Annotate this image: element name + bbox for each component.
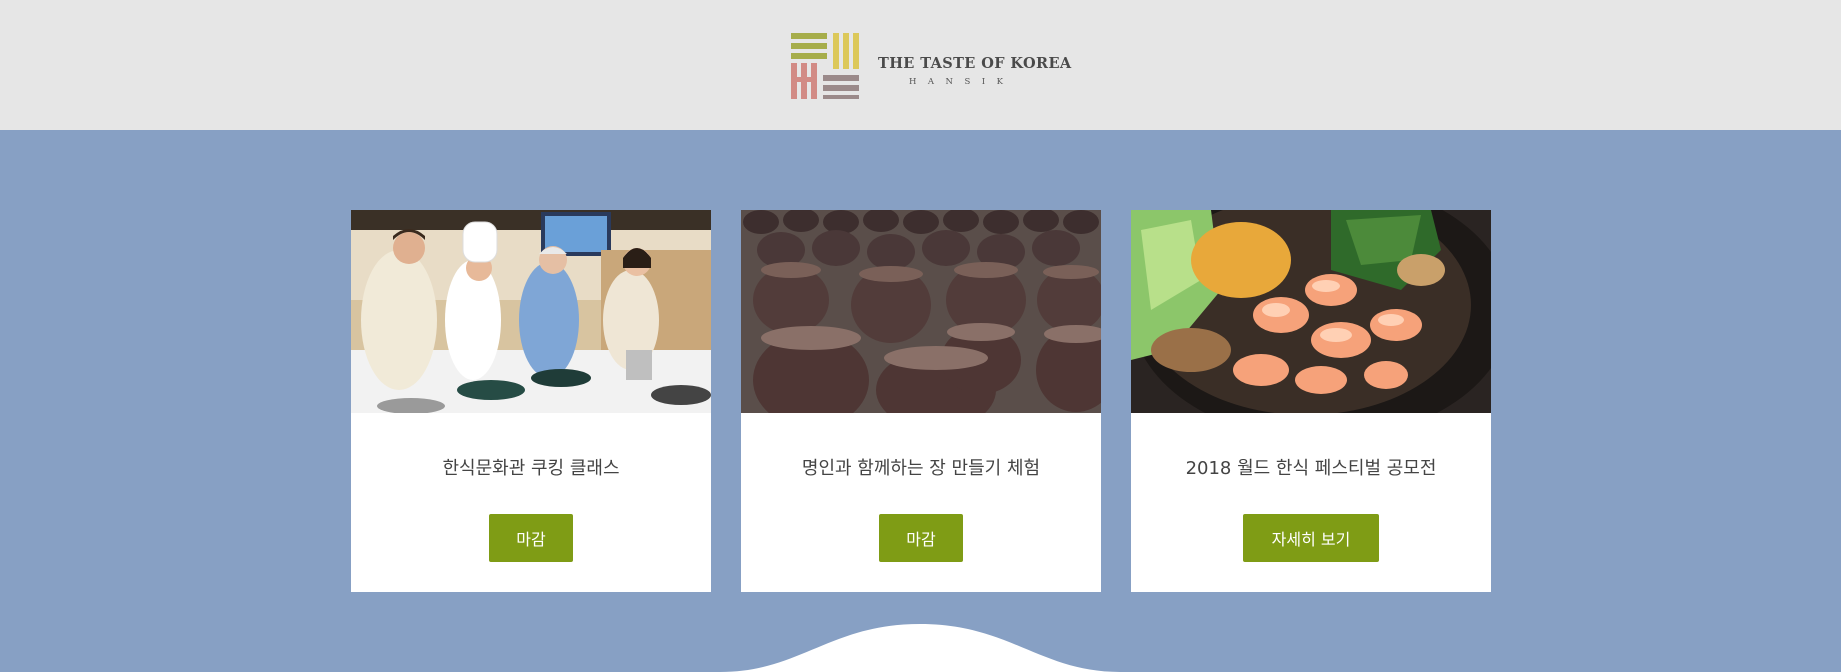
logo-title: THE TASTE OF KOREA [878, 55, 1072, 72]
cooking-class-photo[interactable] [351, 210, 711, 413]
card-title: 2018 월드 한식 페스티벌 공모전 [1185, 458, 1437, 479]
view-details-button[interactable]: 자세히 보기 [1243, 514, 1379, 562]
wave-divider [720, 624, 1120, 672]
site-header: THE TASTE OF KOREA HANSIK [0, 0, 1841, 130]
card-title: 한식문화관 쿠킹 클래스 [442, 458, 620, 479]
closed-button[interactable]: 마감 [489, 514, 573, 562]
program-card-jang-making: 명인과 함께하는 장 만들기 체험 마감 [741, 210, 1101, 592]
hansik-logo-icon [791, 33, 859, 99]
program-section: 한식문화관 쿠킹 클래스 마감 명인과 함께하는 장 만들기 체험 마감 201… [0, 130, 1841, 672]
program-card-festival: 2018 월드 한식 페스티벌 공모전 자세히 보기 [1131, 210, 1491, 592]
program-card-cooking-class: 한식문화관 쿠킹 클래스 마감 [351, 210, 711, 592]
card-title: 명인과 함께하는 장 만들기 체험 [801, 458, 1041, 479]
bibimbap-shrimp-photo[interactable] [1131, 210, 1491, 413]
closed-button[interactable]: 마감 [879, 514, 963, 562]
jangdok-jars-photo[interactable] [741, 210, 1101, 413]
site-logo[interactable]: THE TASTE OF KOREA HANSIK [791, 33, 1072, 99]
logo-subtitle: HANSIK [909, 77, 1015, 87]
